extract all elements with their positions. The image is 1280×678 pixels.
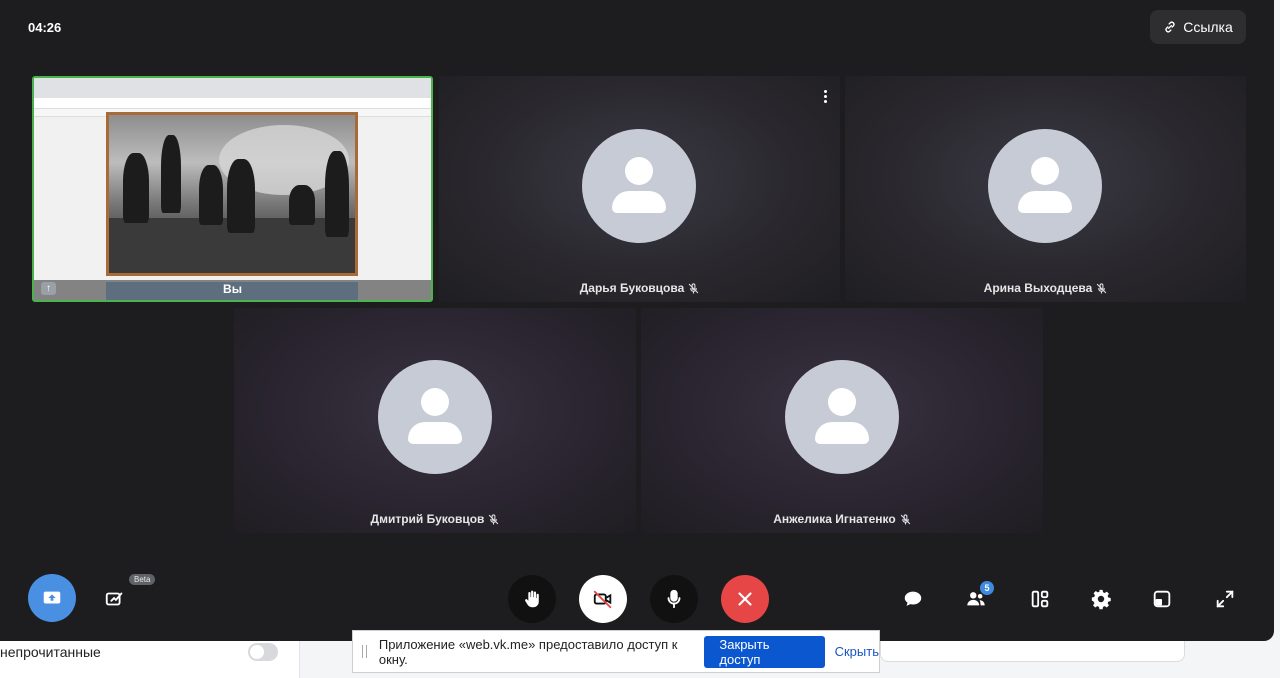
camera-toggle-button[interactable] [579, 575, 627, 623]
participants-count-badge: 5 [980, 581, 994, 595]
screen-share-button[interactable] [28, 574, 76, 622]
hide-notification-link[interactable]: Скрыть [835, 644, 879, 659]
chat-icon [904, 591, 922, 606]
pip-icon [1153, 590, 1171, 608]
fullscreen-button[interactable] [1207, 581, 1243, 617]
raise-hand-icon [525, 590, 539, 608]
end-call-icon [738, 592, 752, 606]
layout-icon [1031, 590, 1049, 608]
shared-browser-url [34, 98, 431, 109]
screen-share-icon [43, 591, 61, 604]
raise-hand-button[interactable] [508, 575, 556, 623]
call-timer: 04:26 [28, 20, 62, 35]
share-notification-text: Приложение «web.vk.me» предоставило дост… [378, 636, 678, 667]
avatar [785, 360, 899, 474]
camera-off-icon [593, 590, 612, 609]
shared-historical-photo [106, 112, 358, 276]
video-call-window: 04:26 Ссылка ↑ Вы Дарья Буковцова Арина … [0, 0, 1274, 641]
picture-in-picture-button[interactable] [1144, 581, 1180, 617]
copy-link-label: Ссылка [1183, 19, 1233, 35]
settings-icon [1091, 589, 1111, 610]
fullscreen-icon [1216, 590, 1234, 608]
participant-name-row: Дмитрий Буковцов [234, 512, 636, 526]
participant-name-row: Анжелика Игнатенко [641, 512, 1043, 526]
self-name-label: Вы [223, 282, 242, 296]
participant-tile[interactable]: Анжелика Игнатенко [641, 308, 1043, 533]
end-call-button[interactable] [721, 575, 769, 623]
participant-name: Дмитрий Буковцов [370, 512, 485, 526]
unread-toggle[interactable] [248, 643, 278, 661]
shared-browser-tabs [34, 78, 431, 98]
message-input-edge [880, 640, 1185, 662]
participant-name-row: Дарья Буковцова [439, 281, 840, 295]
mic-off-icon [900, 513, 910, 525]
participant-name: Анжелика Игнатенко [773, 512, 896, 526]
link-icon [1165, 21, 1175, 33]
beta-badge: Beta [129, 574, 156, 585]
participant-name-row: Арина Выходцева [845, 281, 1246, 295]
self-video-tile[interactable]: ↑ Вы [32, 76, 433, 302]
layout-button[interactable] [1022, 581, 1058, 617]
draw-button[interactable] [96, 580, 134, 618]
kebab-menu-icon[interactable] [824, 90, 828, 104]
chat-button[interactable] [895, 581, 931, 617]
screen-share-notification: Приложение «web.vk.me» предоставило дост… [352, 630, 880, 673]
avatar [582, 129, 696, 243]
avatar [988, 129, 1102, 243]
mic-off-icon [689, 282, 699, 294]
participant-name: Дарья Буковцова [579, 281, 685, 295]
unread-filter-label: непрочитанные [0, 644, 101, 660]
participant-tile[interactable]: Арина Выходцева [845, 76, 1246, 302]
draw-icon [105, 592, 123, 606]
microphone-toggle-button[interactable] [650, 575, 698, 623]
copy-link-button[interactable]: Ссылка [1150, 10, 1246, 44]
mic-off-icon [489, 513, 499, 525]
mic-off-icon [1097, 282, 1107, 294]
stop-sharing-button[interactable]: Закрыть доступ [704, 635, 825, 668]
drag-handle[interactable] [362, 645, 367, 658]
settings-button[interactable] [1083, 581, 1119, 617]
avatar [378, 360, 492, 474]
participant-tile[interactable]: Дмитрий Буковцов [234, 308, 636, 533]
mic-icon [667, 589, 681, 609]
participant-name: Арина Выходцева [983, 281, 1093, 295]
participant-tile[interactable]: Дарья Буковцова [439, 76, 840, 302]
